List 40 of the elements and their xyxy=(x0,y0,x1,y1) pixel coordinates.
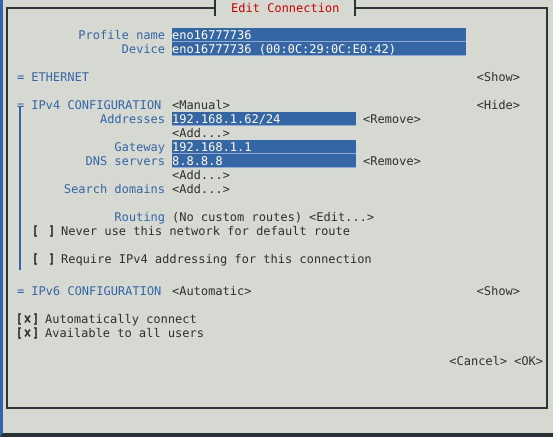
input-field[interactable]: 192.168.1.62/24 xyxy=(172,112,356,126)
field-label: DNS servers xyxy=(84,154,165,168)
section-toggle[interactable]: <Show> xyxy=(476,284,520,298)
section-toggle[interactable]: <Hide> xyxy=(476,98,520,112)
mode-dropdown[interactable]: <Manual> xyxy=(172,98,230,112)
field-label: Routing xyxy=(113,210,165,224)
section-title: IPv6 CONFIGURATION xyxy=(31,284,162,298)
edit-button[interactable]: <Edit...> xyxy=(309,210,374,224)
checkbox[interactable] xyxy=(17,326,38,340)
remove-button[interactable]: <Remove> xyxy=(363,112,421,126)
input-field[interactable]: eno16777736 xyxy=(172,28,466,42)
add-button[interactable]: <Add...> xyxy=(172,126,230,140)
section-marker: = xyxy=(17,284,24,298)
remove-button[interactable]: <Remove> xyxy=(363,154,421,168)
section-toggle[interactable]: <Show> xyxy=(476,70,520,84)
add-button[interactable]: <Add...> xyxy=(172,168,230,182)
dialog-button[interactable]: <OK> xyxy=(514,354,543,368)
section-marker: = xyxy=(17,70,24,84)
mode-dropdown[interactable]: <Automatic> xyxy=(172,284,252,298)
checkbox-label: Available to all users xyxy=(45,326,204,340)
field-label: Gateway xyxy=(113,140,165,154)
input-field[interactable]: 8.8.8.8 xyxy=(172,154,356,168)
routing-value: (No custom routes) xyxy=(172,210,302,224)
input-field[interactable]: 192.168.1.1 xyxy=(172,140,356,154)
section-title: ETHERNET xyxy=(31,70,90,84)
input-field[interactable]: eno16777736 (00:0C:29:0C:E0:42) xyxy=(172,42,466,56)
field-label: Profile name xyxy=(77,28,165,42)
add-button[interactable]: <Add...> xyxy=(172,182,230,196)
field-label: Search domains xyxy=(62,182,165,196)
checkbox-label: Require IPv4 addressing for this connection xyxy=(61,252,372,266)
checkbox[interactable] xyxy=(33,224,54,238)
checkbox-label: Automatically connect xyxy=(45,312,197,326)
dialog-button[interactable]: <Cancel> xyxy=(449,354,508,368)
window-title: Edit Connection xyxy=(214,0,356,16)
field-label: Device xyxy=(120,42,165,56)
checkbox[interactable] xyxy=(33,252,54,266)
section-title: IPv4 CONFIGURATION xyxy=(31,98,162,112)
checkbox[interactable] xyxy=(17,312,38,326)
checkbox-label: Never use this network for default route xyxy=(61,224,350,238)
field-label: Addresses xyxy=(98,112,165,126)
